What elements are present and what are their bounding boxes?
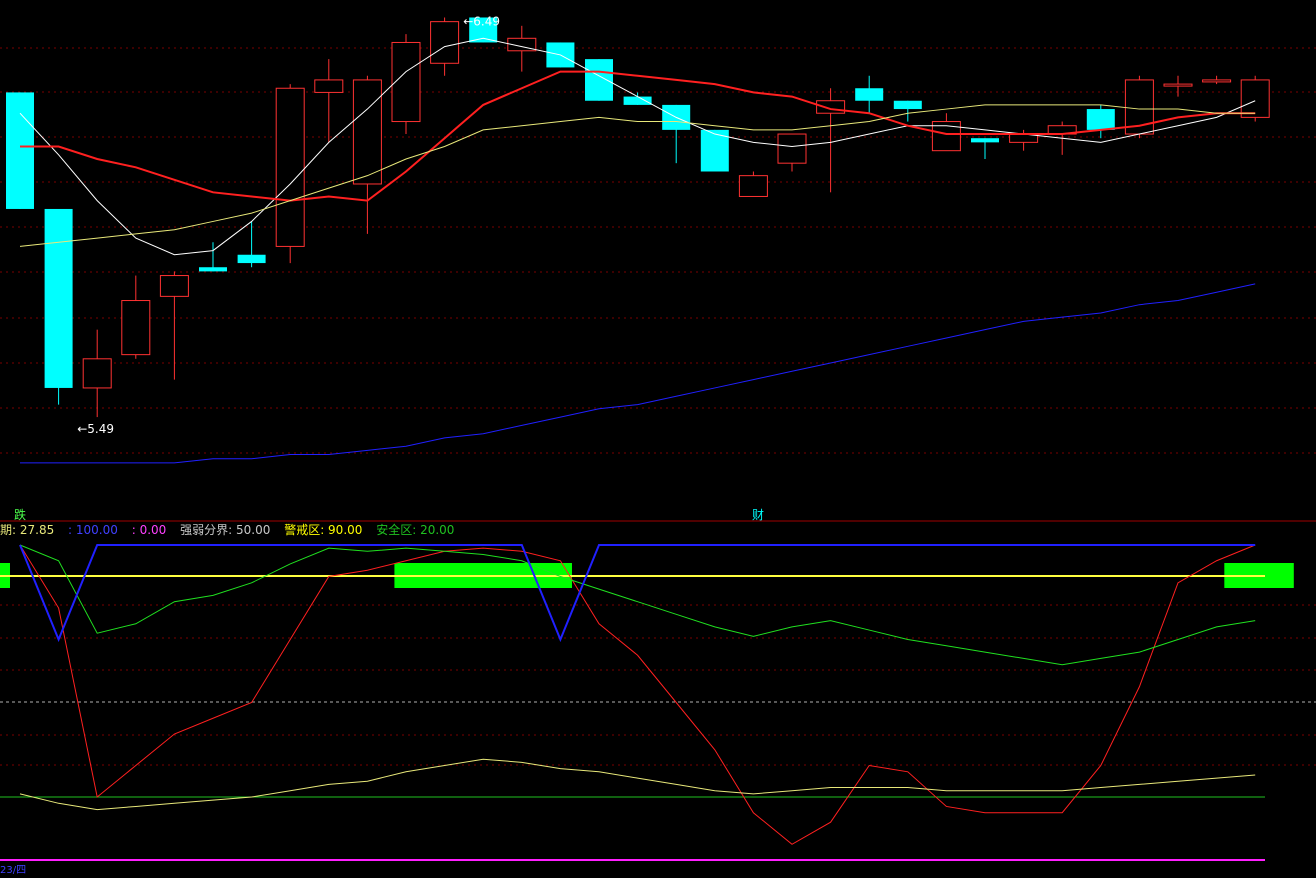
indicator-legend: 期: 27.85 : 100.00 : 0.00 强弱分界: 50.00 警戒区… [0,522,464,538]
candle-body-25 [971,138,999,143]
legend-warning: 警戒区: 90.00 [284,523,363,537]
candle-body-32 [1240,79,1270,118]
annotation-0: ←6.49 [463,14,500,28]
candle-body-28 [1086,109,1115,130]
candle-body-22 [855,88,884,101]
ma-line-blue [20,283,1256,464]
candle-body-0 [6,92,34,209]
candle-body-6 [237,254,266,264]
candle-body-15 [585,59,613,101]
legend-v1: : 100.00 [68,523,118,537]
ma-line-red [20,70,1256,202]
bottom-text: 23/四 [0,865,27,876]
candle-body-5 [199,267,227,272]
legend-period: 期: 27.85 [0,523,55,537]
ind-line-red [19,544,1256,845]
annotation-1: ←5.49 [77,422,114,436]
candle-body-7 [275,87,305,247]
candle-body-21 [816,100,846,114]
candle-body-2 [82,358,112,389]
candle-body-31 [1202,79,1232,83]
candle-body-16 [623,96,652,105]
ind-line-yellow [19,758,1256,811]
candle-body-8 [314,79,344,93]
candle-body-19 [738,175,768,197]
candle-body-10 [391,41,421,123]
tag-2: 财 [752,508,765,522]
candle-body-4 [159,275,189,297]
candle-body-20 [777,133,807,164]
candle-body-3 [121,300,151,356]
stock-chart[interactable]: ←6.49 ←5.49 [0,0,1316,874]
legend-boundary: 强弱分界: 50.00 [180,523,271,537]
candle-body-1 [44,208,73,388]
tag-1: 跌 [14,508,27,522]
candle-body-30 [1163,83,1193,87]
ma-line-white [19,37,1256,256]
candle-body-9 [352,79,382,185]
ind-line-blue [19,544,1256,643]
legend-safe: 安全区: 20.00 [376,523,455,537]
candle-body-23 [893,100,922,110]
candle-body-11 [430,21,460,64]
legend-v2: : 0.00 [131,523,167,537]
